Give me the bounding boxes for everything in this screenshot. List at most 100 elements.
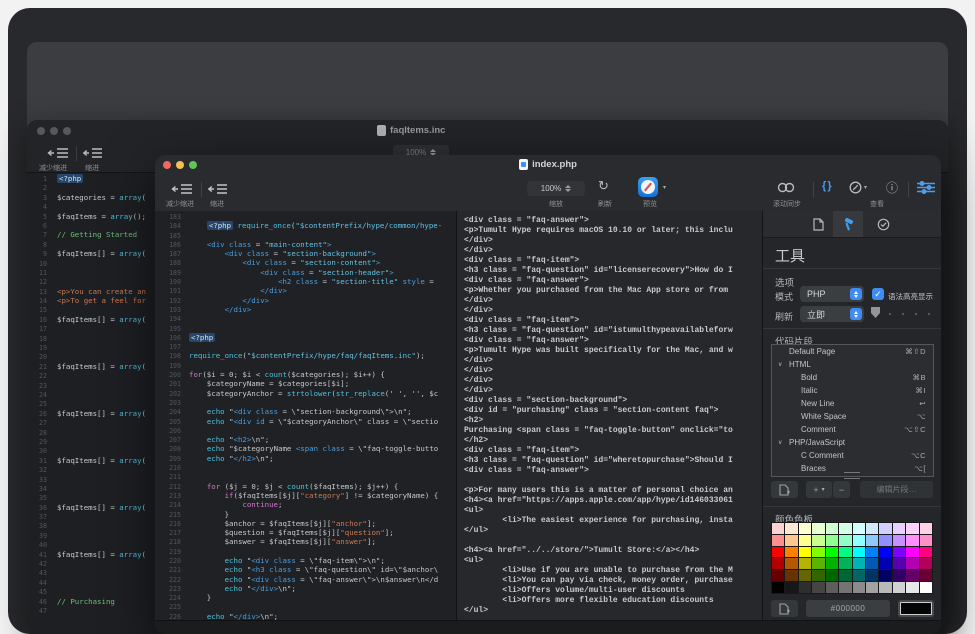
palette-swatch[interactable] — [826, 558, 838, 569]
zoom-stepper[interactable]: 100% — [527, 181, 585, 196]
palette-swatch[interactable] — [812, 547, 824, 558]
disclosure-chevron-icon[interactable]: ∨ — [778, 359, 782, 372]
code-editor-index[interactable]: 183 184 <?php require_once("$contentPref… — [155, 211, 457, 622]
edit-snippet-button[interactable]: 编辑片段… — [860, 481, 933, 498]
refresh-icon[interactable]: ↻ — [598, 178, 609, 194]
indent-icon[interactable] — [83, 147, 103, 159]
close-button[interactable] — [37, 127, 45, 135]
palette-swatch[interactable] — [893, 570, 905, 581]
palette-swatch[interactable] — [772, 547, 784, 558]
palette-swatch[interactable] — [879, 582, 891, 593]
palette-swatch[interactable] — [785, 570, 797, 581]
refresh-select[interactable]: 立即 — [800, 306, 864, 322]
palette-swatch[interactable] — [853, 582, 865, 593]
palette-swatch[interactable] — [853, 570, 865, 581]
palette-swatch[interactable] — [772, 570, 784, 581]
palette-swatch[interactable] — [799, 535, 811, 546]
refresh-delay-slider[interactable] — [871, 307, 880, 318]
palette-swatch[interactable] — [893, 535, 905, 546]
braces-icon[interactable]: { } — [822, 180, 831, 192]
tab-validate[interactable] — [868, 211, 898, 237]
snippet-row[interactable]: Default Page⌘⇧D — [772, 345, 933, 358]
palette-swatch[interactable] — [785, 582, 797, 593]
palette-swatch[interactable] — [799, 558, 811, 569]
palette-swatch[interactable] — [879, 535, 891, 546]
preview-dropdown-caret[interactable]: ▾ — [663, 184, 666, 191]
palette-swatch[interactable] — [920, 535, 932, 546]
color-well[interactable] — [898, 600, 934, 617]
add-snippet-button[interactable]: + ▾ — [806, 481, 832, 498]
palette-swatch[interactable] — [839, 570, 851, 581]
palette-swatch[interactable] — [812, 582, 824, 593]
palette-swatch[interactable] — [853, 558, 865, 569]
snippet-row[interactable]: Comment⌥⇧C — [772, 423, 933, 436]
palette-swatch[interactable] — [879, 547, 891, 558]
palette-swatch[interactable] — [893, 547, 905, 558]
palette-swatch[interactable] — [906, 582, 918, 593]
palette-swatch[interactable] — [853, 535, 865, 546]
palette-swatch[interactable] — [866, 582, 878, 593]
mode-select[interactable]: PHP — [800, 286, 864, 302]
palette-swatch[interactable] — [879, 558, 891, 569]
palette-swatch[interactable] — [879, 523, 891, 534]
palette-swatch[interactable] — [839, 547, 851, 558]
decrease-indent-icon[interactable] — [171, 183, 193, 195]
palette-swatch[interactable] — [812, 570, 824, 581]
new-snippet-file-button[interactable] — [771, 481, 798, 498]
snippet-row[interactable]: C Comment⌥C — [772, 449, 933, 462]
palette-swatch[interactable] — [812, 535, 824, 546]
snippet-row[interactable]: White Space⌥ — [772, 410, 933, 423]
palette-swatch[interactable] — [866, 547, 878, 558]
palette-swatch[interactable] — [826, 523, 838, 534]
source-preview-pane[interactable]: <div class = "faq-answer"><p>Tumult Hype… — [457, 211, 770, 626]
palette-swatch[interactable] — [772, 523, 784, 534]
snippet-group-row[interactable]: ∨PHP/JavaScript — [772, 436, 933, 449]
zoom-stepper-arrows[interactable] — [565, 185, 571, 192]
palette-swatch[interactable] — [866, 535, 878, 546]
palette-swatch[interactable] — [785, 558, 797, 569]
palette-swatch[interactable] — [853, 547, 865, 558]
palette-swatch[interactable] — [799, 547, 811, 558]
inspector-toggle-icon[interactable] — [917, 181, 935, 194]
index-window[interactable]: index.php 减少缩进 缩进 100% 缩放 ↻ 刷新 ▾ 预览 滚动同步… — [155, 155, 941, 634]
palette-swatch[interactable] — [839, 523, 851, 534]
color-palette-grid[interactable] — [771, 522, 933, 594]
palette-swatch[interactable] — [893, 558, 905, 569]
hex-color-field[interactable]: #000000 — [806, 600, 890, 617]
palette-swatch[interactable] — [772, 558, 784, 569]
palette-swatch[interactable] — [772, 535, 784, 546]
palette-swatch[interactable] — [920, 558, 932, 569]
syntax-highlight-checkbox[interactable]: ✓ — [872, 288, 884, 300]
palette-swatch[interactable] — [866, 558, 878, 569]
palette-swatch[interactable] — [799, 582, 811, 593]
minimize-button[interactable] — [50, 127, 58, 135]
decrease-indent-icon[interactable] — [47, 147, 69, 159]
palette-swatch[interactable] — [785, 535, 797, 546]
remove-snippet-button[interactable]: − — [833, 481, 850, 498]
palette-swatch[interactable] — [906, 535, 918, 546]
palette-swatch[interactable] — [866, 570, 878, 581]
compass-dropdown-caret[interactable]: ▾ — [864, 184, 867, 191]
zoom-button[interactable] — [63, 127, 71, 135]
snippet-row[interactable]: New Line↩ — [772, 397, 933, 410]
disclosure-chevron-icon[interactable]: ∨ — [778, 437, 782, 450]
palette-swatch[interactable] — [839, 582, 851, 593]
info-icon[interactable]: ⓘ — [886, 179, 898, 196]
tab-files[interactable] — [803, 211, 833, 237]
list-resize-handle[interactable] — [844, 472, 860, 479]
tab-tools[interactable] — [833, 211, 863, 237]
palette-swatch[interactable] — [826, 535, 838, 546]
palette-swatch[interactable] — [772, 582, 784, 593]
snippet-row[interactable]: Italic⌘I — [772, 384, 933, 397]
palette-swatch[interactable] — [893, 582, 905, 593]
new-swatch-file-button[interactable] — [771, 600, 798, 617]
palette-swatch[interactable] — [826, 547, 838, 558]
palette-swatch[interactable] — [906, 547, 918, 558]
palette-swatch[interactable] — [826, 582, 838, 593]
snippet-group-row[interactable]: ∨HTML — [772, 358, 933, 371]
snippet-row[interactable]: Bold⌘B — [772, 371, 933, 384]
palette-swatch[interactable] — [866, 523, 878, 534]
palette-swatch[interactable] — [799, 523, 811, 534]
palette-swatch[interactable] — [893, 523, 905, 534]
window-controls[interactable] — [37, 127, 71, 135]
